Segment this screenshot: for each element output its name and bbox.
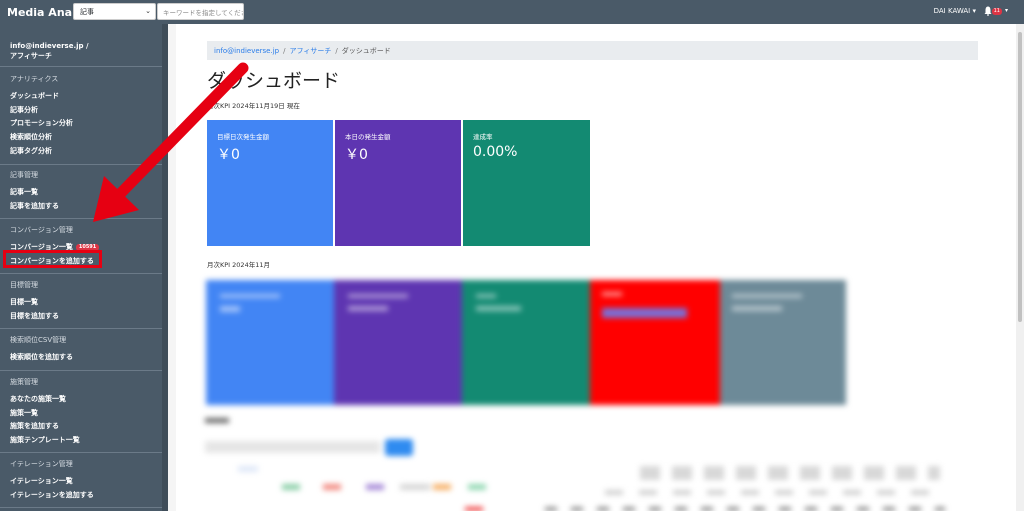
kpi-value: ￥0 <box>217 147 240 163</box>
sidebar-divider <box>0 273 162 274</box>
kpi-value: ￥0 <box>345 147 368 163</box>
blurred-text <box>348 294 408 298</box>
sidebar: info@indieverse.jp / アフィサーチ アナリティクス ダッシュ… <box>0 24 168 511</box>
sidebar-divider <box>0 218 162 219</box>
blurred-tag <box>323 484 341 490</box>
sidebar-item-add-article[interactable]: 記事を追加する <box>10 201 59 211</box>
breadcrumb-separator: / <box>335 46 338 55</box>
blurred-tag <box>433 484 451 490</box>
blurred-text <box>476 306 521 311</box>
blurred-table-row <box>605 490 945 495</box>
sidebar-divider <box>0 66 162 67</box>
blurred-text <box>220 294 280 298</box>
sidebar-item-iteration-list[interactable]: イテレーション一覧 <box>10 476 73 486</box>
sidebar-item-search-rank-analysis[interactable]: 検索順位分析 <box>10 132 52 142</box>
monthly-kpi-card <box>462 280 590 405</box>
breadcrumb-separator: / <box>283 46 286 55</box>
breadcrumb-account[interactable]: info@indieverse.jp <box>214 47 279 55</box>
blurred-button <box>385 439 413 456</box>
main-gutter <box>168 24 176 511</box>
user-menu[interactable]: DAI KAWAI ▾ <box>934 7 976 15</box>
blurred-text <box>476 294 496 298</box>
sidebar-item-goal-list[interactable]: 目標一覧 <box>10 297 38 307</box>
kpi-label: 目標日次発生金額 <box>217 133 269 141</box>
blurred-text <box>602 292 622 296</box>
sidebar-divider <box>0 164 162 165</box>
sidebar-heading-measures: 施策管理 <box>10 378 38 386</box>
sidebar-heading-articles: 記事管理 <box>10 171 38 179</box>
sidebar-divider <box>0 328 162 329</box>
keyword-search-input[interactable]: キーワードを指定してください <box>157 3 244 20</box>
sidebar-item-article-list[interactable]: 記事一覧 <box>10 187 38 197</box>
sidebar-item-add-search-rank[interactable]: 検索順位を追加する <box>10 352 73 362</box>
blurred-table-header <box>640 466 940 480</box>
sidebar-heading-iterations: イテレーション管理 <box>10 460 73 468</box>
sidebar-item-dashboard[interactable]: ダッシュボード <box>10 91 59 101</box>
user-name: DAI KAWAI <box>933 7 971 15</box>
sidebar-heading-analytics: アナリティクス <box>10 75 59 83</box>
sidebar-divider <box>0 370 162 371</box>
sidebar-divider <box>0 452 162 453</box>
monthly-kpi-card <box>720 280 846 405</box>
bell-icon[interactable] <box>984 6 992 16</box>
brand-logo[interactable]: Media Analytics <box>7 6 105 19</box>
sidebar-item-promotion-analysis[interactable]: プロモーション分析 <box>10 118 73 128</box>
chevron-down-icon[interactable]: ▾ <box>1005 7 1008 14</box>
blurred-tag <box>400 484 430 490</box>
sidebar-item-article-tag-analysis[interactable]: 記事タグ分析 <box>10 146 52 156</box>
sidebar-item-add-iteration[interactable]: イテレーションを追加する <box>10 490 94 500</box>
blurred-table-row <box>545 507 945 511</box>
breadcrumb-current: ダッシュボード <box>341 46 391 55</box>
sidebar-item-measure-list[interactable]: 施策一覧 <box>10 408 38 418</box>
kpi-card-today-amount: 本日の発生金額 ￥0 <box>335 120 461 246</box>
category-select[interactable]: 記事 ⌄ <box>73 3 156 20</box>
blurred-input <box>205 441 380 453</box>
kpi-label: 本日の発生金額 <box>345 133 391 141</box>
kpi-card-achievement-rate: 達成率 0.00% <box>463 120 590 246</box>
sidebar-heading-goals: 目標管理 <box>10 281 38 289</box>
blurred-tag <box>465 507 483 511</box>
notification-badge[interactable]: 11 <box>991 8 1002 15</box>
kpi-label: 達成率 <box>473 133 493 141</box>
monthly-kpi-caption: 月次KPI 2024年11月 <box>207 261 270 269</box>
sidebar-item-add-goal[interactable]: 目標を追加する <box>10 311 59 321</box>
blurred-tag <box>282 484 300 490</box>
blurred-text <box>205 418 229 423</box>
page-title: ダッシュボード <box>207 70 341 92</box>
sidebar-item-your-measures[interactable]: あなたの施策一覧 <box>10 394 66 404</box>
blurred-text <box>348 306 388 311</box>
blurred-tag <box>238 466 258 472</box>
breadcrumb-site[interactable]: アフィサーチ <box>289 46 331 56</box>
sidebar-heading-conversions: コンバージョン管理 <box>10 226 73 234</box>
blurred-progress <box>602 308 687 318</box>
monthly-kpi-card <box>334 280 462 405</box>
sidebar-account[interactable]: info@indieverse.jp / アフィサーチ <box>10 41 89 61</box>
sidebar-item-measure-templates[interactable]: 施策テンプレート一覧 <box>10 435 80 445</box>
blurred-text <box>220 306 240 312</box>
account-email: info@indieverse.jp / <box>10 42 89 50</box>
blurred-text <box>732 306 782 311</box>
blurred-tag <box>366 484 384 490</box>
highlight-box <box>3 250 102 268</box>
kpi-value: 0.00% <box>473 144 518 160</box>
sidebar-item-add-measure[interactable]: 施策を追加する <box>10 421 59 431</box>
monthly-kpi-card <box>590 280 720 405</box>
blurred-tag <box>468 484 486 490</box>
category-select-value: 記事 <box>80 7 94 16</box>
sidebar-heading-search-rank-csv: 検索順位CSV管理 <box>10 336 67 344</box>
page-scrollbar-thumb[interactable] <box>1018 32 1022 322</box>
kpi-card-target-daily: 目標日次発生金額 ￥0 <box>207 120 333 246</box>
breadcrumb: info@indieverse.jp / アフィサーチ / ダッシュボード <box>207 41 978 60</box>
sidebar-divider <box>0 507 162 508</box>
blurred-text <box>732 294 802 298</box>
sidebar-item-article-analysis[interactable]: 記事分析 <box>10 105 38 115</box>
monthly-kpi-card <box>206 280 334 405</box>
account-site: アフィサーチ <box>10 52 52 60</box>
chevron-down-icon: ⌄ <box>145 7 151 15</box>
daily-kpi-caption: 日次KPI 2024年11月19日 現在 <box>207 102 300 110</box>
